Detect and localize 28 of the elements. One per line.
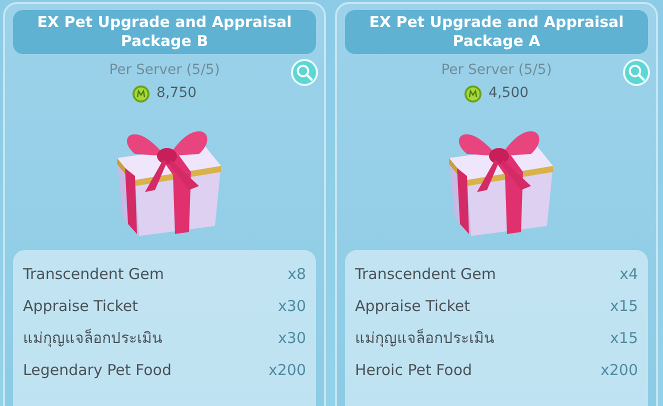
item-name: Heroic Pet Food bbox=[355, 360, 472, 381]
item-name: Appraise Ticket bbox=[23, 296, 138, 317]
item-name: แม่กุญแจล็อกประเมิน bbox=[355, 328, 494, 350]
item-quantity: x8 bbox=[288, 264, 306, 285]
price: 4,500 bbox=[488, 84, 529, 103]
item-name: Transcendent Gem bbox=[23, 264, 164, 285]
item-name: แม่กุญแจล็อกประเมิน bbox=[23, 328, 162, 350]
item-quantity: x15 bbox=[610, 296, 638, 317]
item-quantity: x30 bbox=[278, 328, 306, 349]
coin-icon bbox=[464, 84, 482, 102]
search-icon bbox=[628, 64, 645, 81]
item-quantity: x15 bbox=[610, 328, 638, 349]
item-quantity: x30 bbox=[278, 296, 306, 317]
item-quantity: x200 bbox=[600, 360, 638, 381]
item-name: Appraise Ticket bbox=[355, 296, 470, 317]
item-quantity: x200 bbox=[268, 360, 306, 381]
package-title: EX Pet Upgrade and Appraisal Package B bbox=[13, 10, 316, 54]
package-title: EX Pet Upgrade and Appraisal Package A bbox=[345, 10, 648, 54]
purchase-limit: Per Server (5/5) bbox=[109, 61, 220, 80]
search-icon bbox=[296, 64, 313, 81]
price: 8,750 bbox=[156, 84, 197, 103]
purchase-limit: Per Server (5/5) bbox=[441, 61, 552, 80]
coin-icon bbox=[132, 84, 150, 102]
item-quantity: x4 bbox=[620, 264, 638, 285]
search-button[interactable] bbox=[291, 59, 318, 86]
item-name: Legendary Pet Food bbox=[23, 360, 172, 381]
search-button[interactable] bbox=[623, 59, 650, 86]
item-name: Transcendent Gem bbox=[355, 264, 496, 285]
